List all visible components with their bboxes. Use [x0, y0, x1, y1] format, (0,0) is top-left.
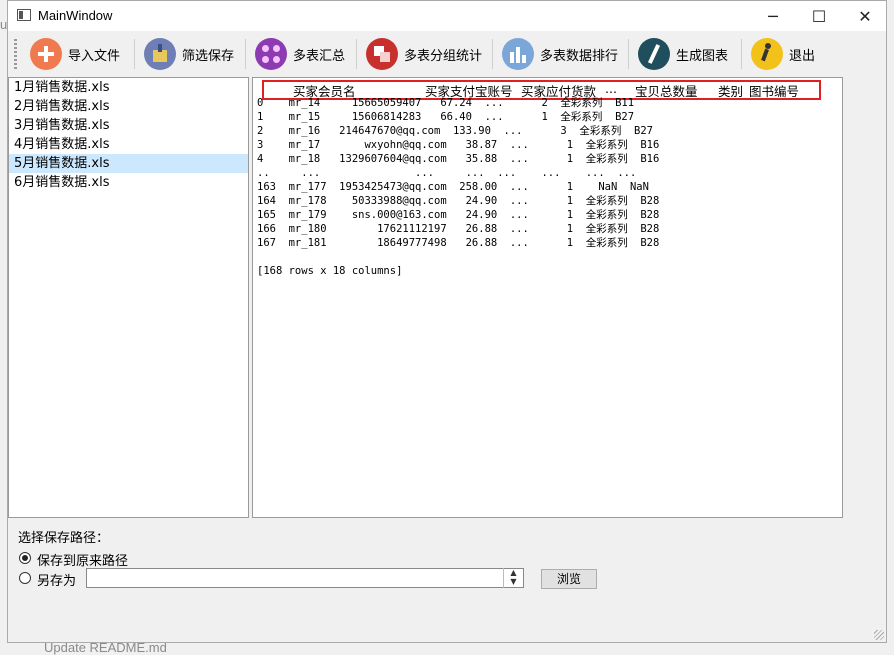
- generate-chart-label: 生成图表: [676, 48, 729, 64]
- minimize-button[interactable]: ─: [750, 1, 796, 31]
- title-bar: MainWindow ─ ☐ ✕: [8, 1, 886, 31]
- file-list-item[interactable]: 1月销售数据.xls: [9, 78, 248, 97]
- output-row: 0 mr_14 15665059407 67.24 ... 2 全彩系列 B11: [257, 97, 635, 109]
- toolbar-separator: [741, 39, 742, 69]
- toolbar-separator: [245, 39, 246, 69]
- filter-save-icon: [144, 38, 176, 70]
- generate-chart-button[interactable]: 生成图表: [638, 35, 728, 73]
- chart-pen-icon: [638, 38, 670, 70]
- output-summary: [168 rows x 18 columns]: [257, 265, 403, 277]
- toolbar: 导入文件 筛选保存 多表汇总 多表分组统计 多表数据排行 生成图表 退出: [8, 33, 886, 75]
- output-text-area[interactable]: 买家会员名 买家支付宝账号 买家应付货款 ... 宝贝总数量 类别 图书编号 0…: [252, 77, 843, 518]
- plus-circle-icon: [30, 38, 62, 70]
- toolbar-grip[interactable]: [14, 39, 17, 69]
- toolbar-separator: [356, 39, 357, 69]
- multi-table-sum-icon: [255, 38, 287, 70]
- group-stat-button[interactable]: 多表分组统计: [366, 35, 482, 73]
- main-window: MainWindow ─ ☐ ✕ 导入文件 筛选保存 多表汇总 多表分组统计 多…: [7, 0, 887, 643]
- toolbar-separator: [628, 39, 629, 69]
- toolbar-separator: [492, 39, 493, 69]
- save-as-radio[interactable]: [19, 572, 31, 584]
- output-row: 166 mr_180 17621112197 26.88 ... 1 全彩系列 …: [257, 223, 660, 235]
- exit-runner-icon: [751, 38, 783, 70]
- file-list-item[interactable]: 6月销售数据.xls: [9, 173, 248, 192]
- output-row: 4 mr_18 1329607604@qq.com 35.88 ... 1 全彩…: [257, 153, 660, 165]
- multi-table-sum-button[interactable]: 多表汇总: [255, 35, 345, 73]
- file-list-item[interactable]: 4月销售数据.xls: [9, 135, 248, 154]
- output-row: 167 mr_181 18649777498 26.88 ... 1 全彩系列 …: [257, 237, 660, 249]
- output-row: 165 mr_179 sns.000@163.com 24.90 ... 1 全…: [257, 209, 660, 221]
- ranking-label: 多表数据排行: [540, 48, 619, 64]
- output-row: 3 mr_17 wxyohn@qq.com 38.87 ... 1 全彩系列 B…: [257, 139, 660, 151]
- exit-button[interactable]: 退出: [751, 35, 815, 73]
- output-row: 1 mr_15 15606814283 66.40 ... 1 全彩系列 B27: [257, 111, 635, 123]
- import-file-label: 导入文件: [68, 48, 121, 64]
- output-row: 164 mr_178 50333988@qq.com 24.90 ... 1 全…: [257, 195, 660, 207]
- file-list-item-selected[interactable]: 5月销售数据.xls: [9, 154, 248, 173]
- save-as-label[interactable]: 另存为: [37, 570, 76, 589]
- toolbar-separator: [134, 39, 135, 69]
- exit-label: 退出: [789, 48, 816, 64]
- file-list[interactable]: 1月销售数据.xls 2月销售数据.xls 3月销售数据.xls 4月销售数据.…: [8, 77, 249, 518]
- save-original-radio[interactable]: [19, 552, 31, 564]
- ranking-chart-icon: [502, 38, 534, 70]
- path-spin-control[interactable]: ▲ ▼: [503, 568, 523, 588]
- save-path-label: 选择保存路径：: [18, 531, 110, 546]
- import-file-button[interactable]: 导入文件: [30, 35, 120, 73]
- maximize-button[interactable]: ☐: [796, 1, 842, 31]
- group-stat-icon: [366, 38, 398, 70]
- close-button[interactable]: ✕: [842, 1, 888, 31]
- file-list-item[interactable]: 2月销售数据.xls: [9, 97, 248, 116]
- ranking-button[interactable]: 多表数据排行: [502, 35, 618, 73]
- resize-grip[interactable]: [874, 630, 884, 640]
- file-list-item[interactable]: 3月销售数据.xls: [9, 116, 248, 135]
- output-row: .. ... ... ... ... ... ... ...: [257, 167, 637, 179]
- multi-table-sum-label: 多表汇总: [293, 48, 346, 64]
- filter-save-label: 筛选保存: [182, 48, 235, 64]
- output-row: 163 mr_177 1953425473@qq.com 258.00 ... …: [257, 181, 649, 193]
- browse-button[interactable]: 浏览: [541, 569, 597, 589]
- filter-save-button[interactable]: 筛选保存: [144, 35, 234, 73]
- save-original-label[interactable]: 保存到原来路径: [37, 550, 128, 569]
- window-title: MainWindow: [38, 8, 113, 23]
- save-path-input[interactable]: [86, 568, 524, 588]
- group-stat-label: 多表分组统计: [404, 48, 483, 64]
- output-row: 2 mr_16 214647670@qq.com 133.90 ... 3 全彩…: [257, 125, 654, 137]
- app-window-icon: [17, 9, 31, 21]
